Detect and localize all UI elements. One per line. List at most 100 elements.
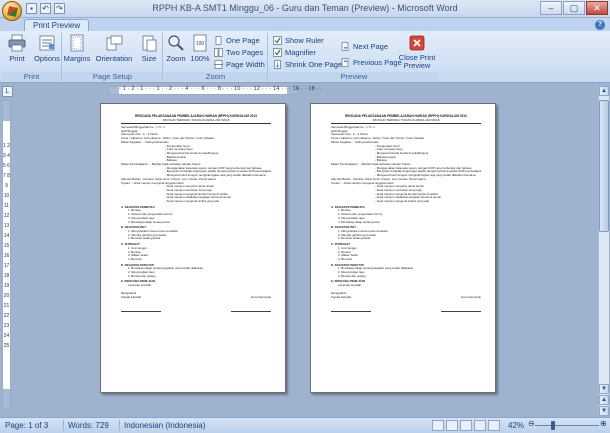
signature-role: Guru Kelompok bbox=[460, 294, 481, 299]
signature-left: Mengetahui Kepala Sekolah bbox=[121, 291, 142, 299]
draft-view-icon[interactable] bbox=[488, 420, 500, 431]
document-subtitle: KB PAUD TERPADU TUNAS KUARSA 2017/2018 bbox=[372, 118, 440, 122]
page-1[interactable]: RENCANA PELAKSANAAN PEMBELAJARAN HARIAN … bbox=[100, 103, 286, 393]
magnifier-checkbox[interactable]: Magnifier bbox=[273, 47, 316, 58]
next-page-arrow-icon[interactable]: ▼ bbox=[599, 406, 609, 416]
previous-page-arrow-icon[interactable]: ▲ bbox=[599, 395, 609, 405]
preview-group-label: Preview bbox=[269, 72, 439, 81]
signature-right: Guru Kelompok bbox=[461, 292, 481, 299]
maximize-button[interactable]: ▢ bbox=[563, 1, 585, 15]
page-2[interactable]: RENCANA PELAKSANAAN PEMBELAJARAN HARIAN … bbox=[310, 103, 496, 393]
minimize-button[interactable]: – bbox=[540, 1, 562, 15]
page-size-icon bbox=[142, 35, 157, 52]
close-print-preview-button[interactable]: Close Print Preview bbox=[397, 34, 437, 70]
signature-right: Guru Kelompok bbox=[251, 292, 271, 299]
ruler-toggle-button[interactable]: L bbox=[2, 86, 13, 97]
checkbox-checked-icon bbox=[273, 48, 282, 57]
zoom-100-icon: 100 bbox=[193, 34, 207, 52]
scroll-up-icon[interactable]: ▲ bbox=[599, 86, 609, 96]
next-page-button[interactable]: Next Page bbox=[341, 41, 388, 52]
print-group-label: Print bbox=[2, 72, 61, 81]
section-item: 4. Bercakap-cakap tentang tema bbox=[338, 220, 380, 224]
svg-text:100: 100 bbox=[196, 41, 205, 47]
two-pages-icon bbox=[214, 48, 223, 57]
office-button[interactable] bbox=[2, 1, 22, 21]
preview-workspace[interactable]: RENCANA PELAKSANAAN PEMBELAJARAN HARIAN … bbox=[14, 97, 597, 417]
close-window-button[interactable]: ✕ bbox=[586, 1, 608, 15]
section-item: 4. Bercakap-cakap tentang tema bbox=[128, 220, 170, 224]
print-button[interactable]: Print bbox=[2, 34, 32, 70]
zoom-group-label: Zoom bbox=[164, 72, 267, 81]
previous-page-icon bbox=[341, 58, 349, 67]
previous-page-button[interactable]: Previous Page bbox=[341, 57, 402, 68]
page-count[interactable]: Page: 1 of 3 bbox=[5, 421, 48, 430]
signature-block: Mengetahui Kepala Sekolah Guru Kelompok bbox=[121, 291, 271, 299]
web-layout-view-icon[interactable] bbox=[460, 420, 472, 431]
section-item: 3. Berdoa dan pulang bbox=[128, 274, 156, 278]
signature-line bbox=[441, 311, 481, 313]
zoom-100-button[interactable]: 100 100% bbox=[188, 34, 212, 70]
vertical-ruler[interactable]: 1 2 3 4 5 6 7 8 9 10 11 12 13 14 15 16 1… bbox=[2, 100, 11, 410]
signature-line bbox=[231, 311, 271, 313]
zoom-level[interactable]: 42% bbox=[508, 421, 524, 430]
document-line: - Anak mampu mengenal simbol yang ada bbox=[165, 200, 219, 204]
vertical-scrollbar[interactable]: ▲ ▼ ▲ ▼ bbox=[598, 86, 609, 416]
word-count[interactable]: Words: 729 bbox=[68, 421, 109, 430]
signature-role: Kepala Sekolah bbox=[121, 294, 142, 299]
show-ruler-checkbox[interactable]: Show Ruler bbox=[273, 35, 324, 46]
outline-view-icon[interactable] bbox=[474, 420, 486, 431]
scroll-thumb[interactable] bbox=[599, 100, 609, 232]
size-button[interactable]: Size bbox=[137, 34, 161, 70]
scroll-down-icon[interactable]: ▼ bbox=[599, 384, 609, 394]
section-item: 3. Berdoa dan pulang bbox=[338, 274, 366, 278]
shrink-page-icon bbox=[274, 60, 281, 69]
print-group: Print Options Print bbox=[2, 33, 62, 81]
document-subtitle: KB PAUD TERPADU TUNAS KUARSA 2017/2018 bbox=[162, 118, 230, 122]
document-line: - Anak mampu mengenal simbol yang ada bbox=[375, 200, 429, 204]
ribbon-tab-row: Print Preview ? bbox=[0, 18, 610, 32]
options-button[interactable]: Options bbox=[32, 34, 62, 70]
ruler-scale: · 1 · 2 · 1 · · · 1 · · 2 · · · 4 · · · … bbox=[119, 86, 323, 92]
horizontal-ruler[interactable]: · 1 · 2 · 1 · · · 1 · · 2 · · · 4 · · · … bbox=[108, 86, 322, 95]
one-page-button[interactable]: One Page bbox=[214, 35, 260, 46]
office-logo-icon bbox=[7, 6, 18, 17]
orientation-button[interactable]: Orientation bbox=[91, 34, 137, 70]
ribbon: Print Options Print Margins Orientation … bbox=[0, 31, 610, 83]
signature-lines bbox=[121, 311, 271, 313]
page-content: RENCANA PELAKSANAAN PEMBELAJARAN HARIAN … bbox=[121, 114, 271, 313]
zoom-slider[interactable] bbox=[535, 425, 599, 426]
printer-icon bbox=[8, 34, 26, 52]
title-divider bbox=[121, 123, 271, 124]
signature-line bbox=[331, 311, 371, 313]
zoom-out-icon[interactable]: ⊖ bbox=[528, 419, 535, 428]
orientation-icon bbox=[106, 35, 123, 51]
shrink-one-page-button[interactable]: Shrink One Page bbox=[273, 59, 342, 70]
zoom-in-icon[interactable]: ⊕ bbox=[600, 419, 607, 428]
margins-button[interactable]: Margins bbox=[63, 34, 91, 70]
page-width-button[interactable]: Page Width bbox=[214, 59, 265, 70]
section-item: 4. Bermain bbox=[338, 257, 352, 261]
help-icon[interactable]: ? bbox=[595, 20, 605, 30]
zoom-group: Zoom 100 100% One Page Two Pages Page Wi… bbox=[164, 33, 268, 81]
window-controls: – ▢ ✕ bbox=[540, 1, 608, 15]
two-pages-button[interactable]: Two Pages bbox=[214, 47, 263, 58]
page-setup-group-label: Page Setup bbox=[63, 72, 162, 81]
signature-left: Mengetahui Kepala Sekolah bbox=[331, 291, 351, 299]
page-width-icon bbox=[214, 60, 223, 69]
language-indicator[interactable]: Indonesian (Indonesia) bbox=[124, 421, 205, 430]
options-icon bbox=[39, 35, 55, 51]
signature-role: Guru Kelompok bbox=[250, 294, 271, 299]
page-content: RENCANA PELAKSANAAN PEMBELAJARAN HARIAN … bbox=[331, 114, 481, 313]
zoom-slider-knob[interactable] bbox=[550, 421, 555, 430]
margins-icon bbox=[70, 34, 84, 52]
vertical-ruler-scale: 1 2 3 4 5 6 7 8 9 10 11 12 13 14 15 16 1… bbox=[3, 143, 10, 349]
signature-lines bbox=[331, 311, 481, 313]
zoom-button[interactable]: Zoom bbox=[164, 34, 188, 70]
section-item: Lampiran terpisah bbox=[338, 284, 362, 288]
magnifier-icon bbox=[168, 35, 184, 51]
print-layout-view-icon[interactable] bbox=[432, 420, 444, 431]
full-screen-reading-view-icon[interactable] bbox=[446, 420, 458, 431]
section-item: 3. Bermain tebak gambar bbox=[338, 237, 371, 241]
signature-line bbox=[121, 311, 161, 313]
close-preview-icon bbox=[409, 35, 425, 51]
